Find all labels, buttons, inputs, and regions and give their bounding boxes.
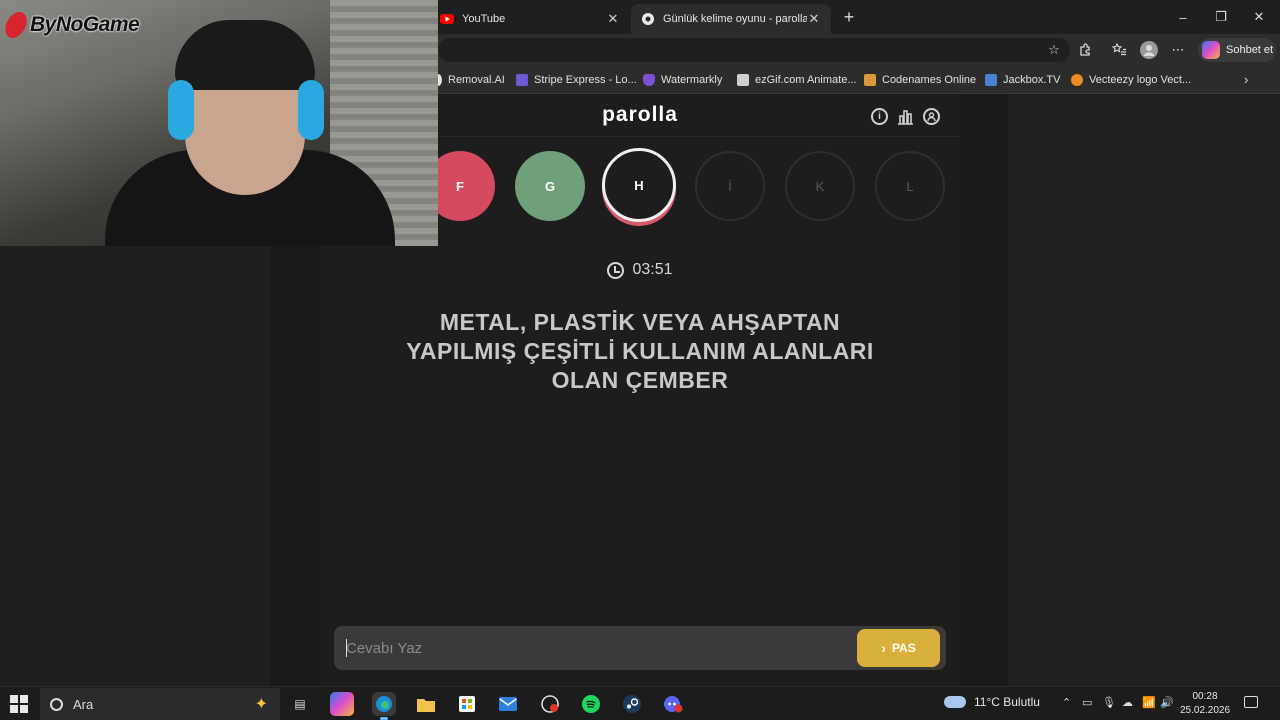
chevron-right-icon[interactable]: › <box>1244 72 1248 87</box>
bookmark-label: Removal.AI <box>448 74 505 86</box>
bynogame-watermark: ByNoGame <box>2 12 140 38</box>
stripe-icon <box>516 74 528 86</box>
bookmark-vecteezy[interactable]: Vecteezy logo Vect... <box>1071 72 1191 88</box>
steam-icon[interactable] <box>620 692 644 716</box>
parolla-favicon-icon <box>641 12 655 26</box>
restore-button[interactable]: ❐ <box>1202 4 1240 30</box>
headphone-left <box>168 80 194 140</box>
close-window-button[interactable]: ✕ <box>1240 4 1278 30</box>
codenames-icon <box>864 74 876 86</box>
tab-parolla[interactable]: Günlük kelime oyunu - parolla - Ke ✕ <box>631 4 831 34</box>
mail-icon[interactable] <box>496 692 520 716</box>
right-panel <box>1008 95 1280 686</box>
pass-button[interactable]: › PAS <box>857 629 940 667</box>
bookmark-ezgif[interactable]: ezGif.com Animate... <box>737 72 856 88</box>
task-view-icon[interactable]: ▤ <box>288 692 312 716</box>
cloud-icon <box>944 696 966 708</box>
tab-title: Günlük kelime oyunu - parolla - Ke <box>663 13 807 25</box>
letter-circle-i: İ <box>695 151 765 221</box>
network-icon[interactable]: ☁ <box>1122 696 1133 709</box>
minimize-button[interactable]: – <box>1164 4 1202 30</box>
letter-circle-l: L <box>875 151 945 221</box>
battery-icon[interactable]: ▭ <box>1082 696 1092 709</box>
bookmark-label: Stripe Express - Lo... <box>534 74 637 86</box>
file-explorer-icon[interactable] <box>414 692 438 716</box>
discord-icon[interactable] <box>661 692 685 716</box>
volume-icon[interactable]: 🔊 <box>1160 696 1174 709</box>
microphone-icon[interactable]: 🎙 <box>1102 696 1116 709</box>
bookmark-label: Watermarkly <box>661 74 723 86</box>
bookmark-label: ezGif.com Animate... <box>755 74 857 86</box>
gaming-app-icon[interactable] <box>538 692 562 716</box>
spotify-icon[interactable] <box>579 692 603 716</box>
timer: 03:51 <box>320 261 960 279</box>
copilot-button[interactable]: Sohbet et <box>1198 38 1276 62</box>
weather-text: 11°C Bulutlu <box>974 695 1040 709</box>
bookmark-label: Codenames Online <box>882 74 977 86</box>
favorites-icon[interactable] <box>1109 40 1129 60</box>
ezgif-icon <box>737 74 749 86</box>
letter-circle-k: K <box>785 151 855 221</box>
youtube-icon <box>440 12 454 26</box>
answer-bar: › PAS <box>334 626 946 670</box>
bookmark-jackbox[interactable]: Jackbox.TV <box>985 72 1060 88</box>
profile-icon[interactable] <box>923 108 940 125</box>
text-caret <box>346 639 347 657</box>
info-icon[interactable]: i <box>871 108 888 125</box>
microsoft-store-icon[interactable] <box>455 692 479 716</box>
watermark-text: ByNoGame <box>30 13 140 36</box>
bynogame-logo-icon <box>2 12 30 38</box>
stats-icon[interactable] <box>897 108 914 125</box>
chevron-up-icon[interactable]: ⌃ <box>1062 696 1071 709</box>
weather-widget[interactable]: 11°C Bulutlu <box>944 695 1040 709</box>
new-tab-button[interactable]: + <box>838 6 860 28</box>
question-text: METAL, PLASTİK VEYA AHŞAPTAN YAPILMIŞ ÇE… <box>406 309 874 393</box>
right-gutter <box>960 95 1008 686</box>
bookmark-removal-ai[interactable]: Removal.AI <box>434 72 505 88</box>
profile-avatar-icon[interactable] <box>1139 40 1159 60</box>
edge-icon[interactable] <box>372 692 396 720</box>
pass-label: PAS <box>891 641 916 655</box>
bookmark-label: Jackbox.TV <box>1003 74 1061 86</box>
copilot-app-icon[interactable] <box>330 692 354 716</box>
person-hair <box>175 20 315 90</box>
bookmark-label: Vecteezy logo Vect... <box>1089 74 1192 86</box>
taskbar: Ara ✦ ▤ 11°C Bulutlu ⌃ ▭ 🎙 ☁ 📶 🔊 00:28 2… <box>0 686 1280 720</box>
clock-date: 25.02.2026 <box>1180 705 1231 716</box>
windows-start-icon[interactable] <box>10 695 28 713</box>
letter-circle-h: H <box>602 148 676 222</box>
address-bar[interactable] <box>438 38 1070 62</box>
vecteezy-icon <box>1071 74 1083 86</box>
copilot-icon <box>1202 41 1220 59</box>
answer-input[interactable] <box>346 632 846 664</box>
watermarkly-icon <box>643 74 655 86</box>
bookmark-watermarkly[interactable]: Watermarkly <box>643 72 722 88</box>
extensions-icon[interactable] <box>1075 40 1095 60</box>
sparkle-icon: ✦ <box>254 696 268 713</box>
taskbar-search[interactable]: Ara ✦ <box>40 688 280 720</box>
chevron-right-icon: › <box>881 640 886 656</box>
webcam-overlay: ByNoGame <box>0 0 438 246</box>
headphone-right <box>298 80 324 140</box>
notification-icon[interactable] <box>1244 696 1258 708</box>
wifi-icon[interactable]: 📶 <box>1142 696 1156 709</box>
more-menu-icon[interactable]: ⋯ <box>1168 40 1188 60</box>
bookmark-codenames[interactable]: Codenames Online <box>864 72 976 88</box>
clock-icon <box>607 261 625 279</box>
search-icon <box>50 697 63 711</box>
tab-title: YouTube <box>462 13 506 25</box>
timer-value: 03:51 <box>632 261 673 278</box>
tab-youtube[interactable]: YouTube ✕ <box>430 4 630 34</box>
letter-circle-g: G <box>515 151 585 221</box>
close-tab-icon[interactable]: ✕ <box>606 11 620 27</box>
search-placeholder: Ara <box>73 696 94 712</box>
jackbox-icon <box>985 74 997 86</box>
favorite-star-icon[interactable]: ☆ <box>1044 40 1064 60</box>
taskbar-clock[interactable]: 00:28 25.02.2026 <box>1180 690 1230 718</box>
copilot-label: Sohbet et <box>1226 44 1274 56</box>
clock-time: 00:28 <box>1192 691 1218 702</box>
bookmark-stripe-express[interactable]: Stripe Express - Lo... <box>516 72 637 88</box>
close-tab-icon[interactable]: ✕ <box>807 11 821 27</box>
